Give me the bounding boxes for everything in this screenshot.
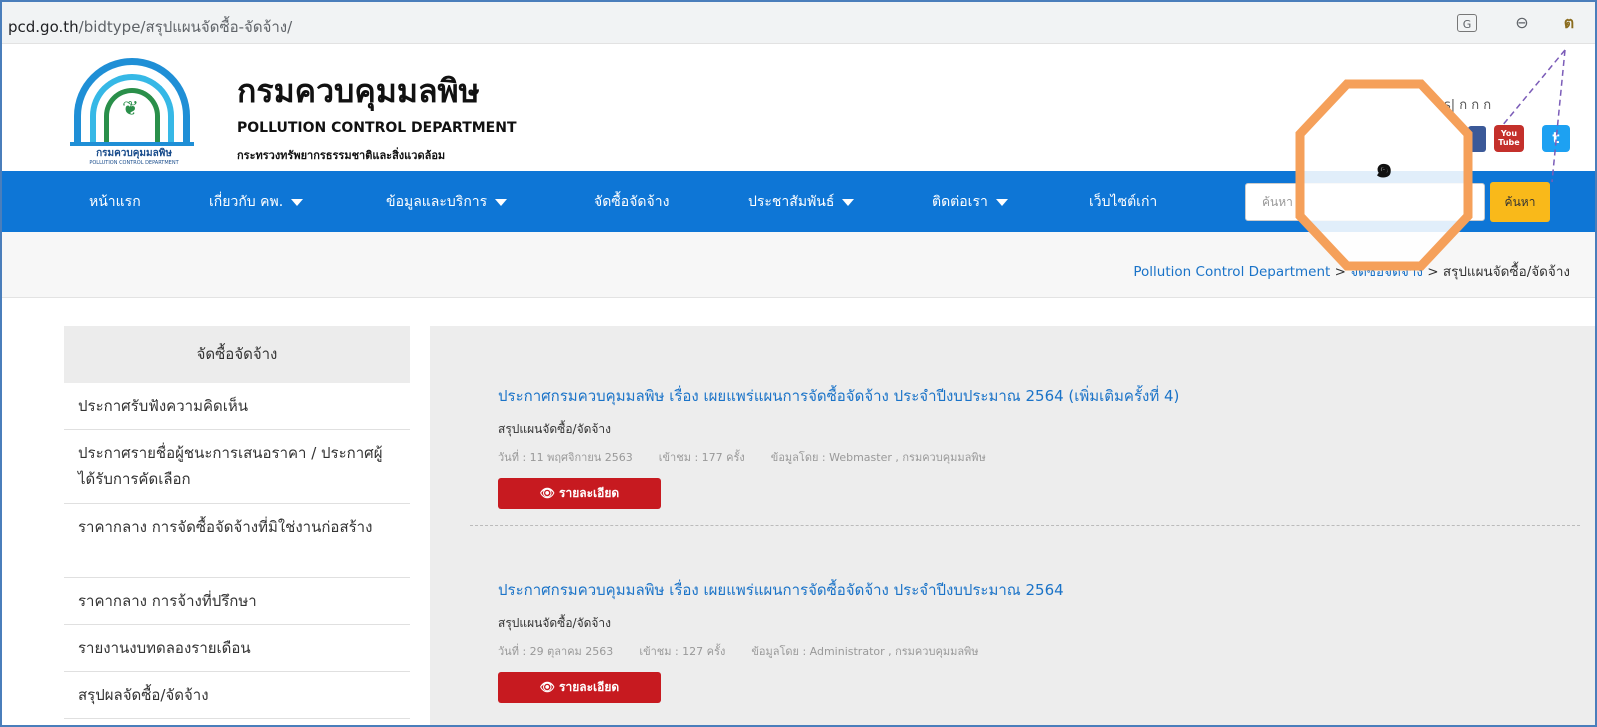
sidebar-item-median-price-consultant[interactable]: ราคากลาง การจ้างที่ปรึกษา	[64, 578, 410, 625]
site-title-en: POLLUTION CONTROL DEPARTMENT	[237, 120, 517, 136]
chevron-down-icon	[495, 198, 508, 206]
entry-date: วันที่ : 11 พฤศจิกายน 2563	[498, 451, 633, 464]
chevron-down-icon	[291, 198, 304, 206]
entry-title-link[interactable]: ประกาศกรมควบคุมมลพิษ เรื่อง เผยแพร่แผนกา…	[498, 384, 1179, 408]
entry-author: ข้อมูลโดย : Administrator , กรมควบคุมมลพ…	[751, 645, 979, 658]
list-item: ประกาศกรมควบคุมมลพิษ เรื่อง เผยแพร่แผนกา…	[498, 578, 1064, 703]
browser-window: pcd.go.th/bidtype/สรุปแผนจัดซื้อ-จัดจ้าง…	[0, 0, 1597, 727]
zoom-out-icon[interactable]: ⊖	[1511, 12, 1533, 34]
detail-button-label: รายละเอียด	[559, 680, 620, 694]
entry-title-link[interactable]: ประกาศกรมควบคุมมลพิษ เรื่อง เผยแพร่แผนกา…	[498, 578, 1064, 602]
annotation-label: ๑	[1375, 151, 1393, 184]
entry-date: วันที่ : 29 ตุลาคม 2563	[498, 645, 614, 658]
nav-old-site[interactable]: เว็บไซต์เก่า	[1089, 191, 1157, 213]
detail-button[interactable]: 👁 รายละเอียด	[498, 672, 661, 703]
url-text[interactable]: pcd.go.th/bidtype/สรุปแผนจัดซื้อ-จัดจ้าง…	[8, 15, 292, 39]
sprout-icon: ❦	[122, 96, 139, 120]
site-title-th: กรมควบคุมมลพิษ	[237, 72, 480, 110]
chevron-down-icon	[842, 198, 855, 206]
url-host: pcd.go.th	[8, 18, 79, 36]
detail-button-label: รายละเอียด	[559, 486, 620, 500]
nav-services-label: ข้อมูลและบริการ	[386, 194, 488, 210]
ministry-name: กระทรวงทรัพยากรธรรมชาติและสิ่งแวดล้อม	[237, 149, 446, 162]
twitter-icon[interactable]: t	[1542, 125, 1570, 152]
nav-about-label: เกี่ยวกับ คพ.	[209, 194, 284, 210]
logo-name-en: POLLUTION CONTROL DEPARTMENT	[89, 160, 179, 166]
translate-icon[interactable]: G	[1457, 14, 1477, 32]
nav-procurement-label: จัดซื้อจัดจ้าง	[594, 194, 670, 210]
sidebar: จัดซื้อจัดจ้าง ประกาศรับฟังความคิดเห็น ป…	[64, 326, 410, 725]
sidebar-item-median-price-non-construction[interactable]: ราคากลาง การจัดซื้อจัดจ้างที่มิใช่งานก่อ…	[64, 504, 410, 578]
pcd-logo[interactable]: ❦ กรมควบคุมมลพิษ POLLUTION CONTROL DEPAR…	[60, 58, 208, 166]
sidebar-item-procurement-summary[interactable]: สรุปผลจัดซื้อ/จัดจ้าง	[64, 672, 410, 719]
sidebar-heading: จัดซื้อจัดจ้าง	[64, 326, 410, 383]
nav-about[interactable]: เกี่ยวกับ คพ.	[209, 191, 304, 213]
entry-meta: วันที่ : 11 พฤศจิกายน 2563 เข้าชม : 177 ค…	[498, 448, 1179, 466]
nav-pr-label: ประชาสัมพันธ์	[748, 194, 835, 210]
main-content: ประกาศกรมควบคุมมลพิษ เรื่อง เผยแพร่แผนกา…	[430, 326, 1595, 725]
url-path: /bidtype/สรุปแผนจัดซื้อ-จัดจ้าง/	[78, 18, 293, 36]
sidebar-item-monthly-trial-balance[interactable]: รายงานงบทดลองรายเดือน	[64, 625, 410, 672]
detail-button[interactable]: 👁 รายละเอียด	[498, 478, 661, 509]
entry-views: เข้าชม : 177 ครั้ง	[658, 451, 745, 464]
address-bar[interactable]: pcd.go.th/bidtype/สรุปแผนจัดซื้อ-จัดจ้าง…	[2, 2, 1595, 44]
nav-services[interactable]: ข้อมูลและบริการ	[386, 191, 508, 213]
nav-old-site-label: เว็บไซต์เก่า	[1089, 194, 1158, 210]
nav-contact-label: ติดต่อเรา	[932, 194, 988, 210]
entry-category: สรุปแผนจัดซื้อ/จัดจ้าง	[498, 616, 612, 630]
search-button[interactable]: ค้นหา	[1490, 182, 1550, 222]
eye-icon: 👁	[539, 486, 556, 500]
entry-views: เข้าชม : 127 ครั้ง	[639, 645, 726, 658]
nav-home-label: หน้าแรก	[89, 194, 141, 210]
nav-home[interactable]: หน้าแรก	[89, 191, 141, 213]
entry-author: ข้อมูลโดย : Webmaster , กรมควบคุมมลพิษ	[770, 451, 986, 464]
eye-icon: 👁	[539, 680, 556, 694]
youtube-icon[interactable]: You Tube	[1494, 125, 1524, 152]
logo-name-th: กรมควบคุมมลพิษ	[96, 148, 172, 159]
nav-procurement[interactable]: จัดซื้อจัดจ้าง	[594, 191, 669, 213]
nav-contact[interactable]: ติดต่อเรา	[932, 191, 1008, 213]
nav-pr[interactable]: ประชาสัมพันธ์	[748, 191, 855, 213]
sidebar-item-public-hearing[interactable]: ประกาศรับฟังความคิดเห็น	[64, 383, 410, 430]
entry-meta: วันที่ : 29 ตุลาคม 2563 เข้าชม : 127 ครั้…	[498, 642, 1064, 660]
entry-divider	[470, 525, 1580, 526]
chevron-down-icon	[995, 198, 1008, 206]
list-item: ประกาศกรมควบคุมมลพิษ เรื่อง เผยแพร่แผนกา…	[498, 384, 1179, 509]
bookmark-icon[interactable]: ต	[1558, 12, 1580, 34]
entry-category: สรุปแผนจัดซื้อ/จัดจ้าง	[498, 422, 612, 436]
sidebar-item-winners[interactable]: ประกาศรายชื่อผู้ชนะการเสนอราคา / ประกาศผ…	[64, 430, 410, 504]
